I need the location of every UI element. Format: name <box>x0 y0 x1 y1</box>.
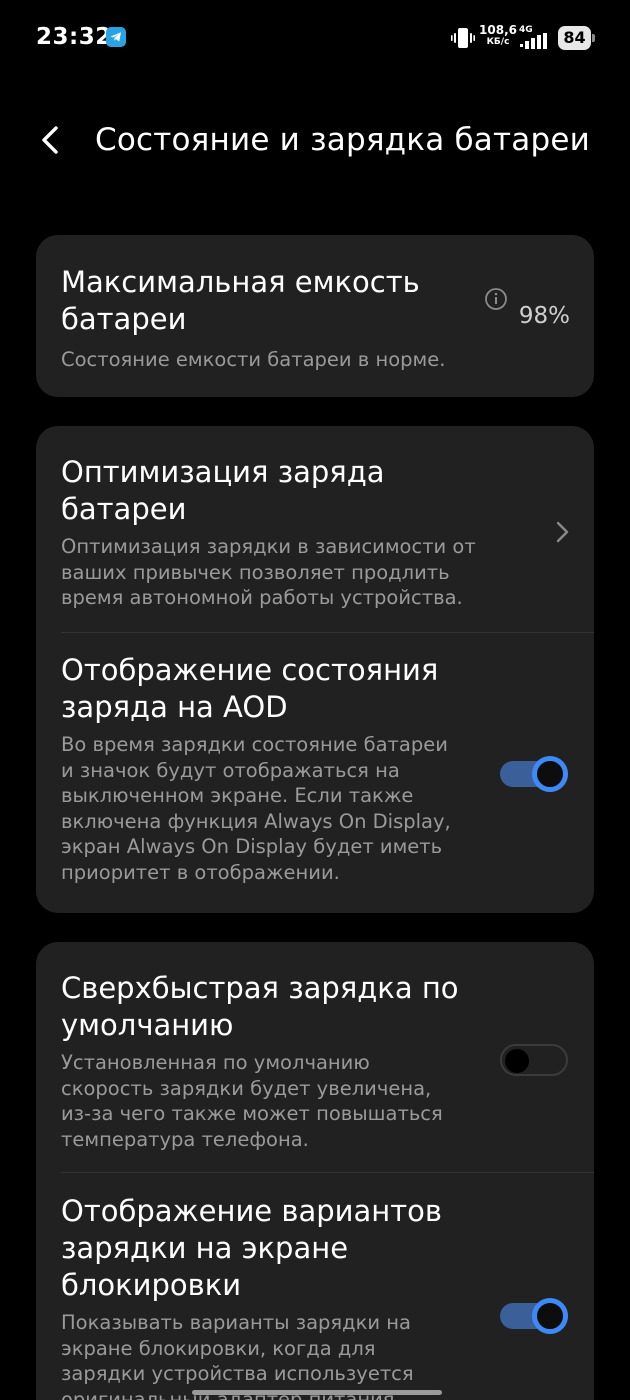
lockscreen-options-title-line1: Отображение вариантов <box>61 1194 442 1228</box>
aod-status-row[interactable]: Отображение состояния заряда на AOD Во в… <box>36 633 594 913</box>
lockscreen-options-desc-line1: Показывать варианты зарядки на <box>61 1311 411 1334</box>
lockscreen-options-title-line2: зарядки на экране <box>61 1231 349 1265</box>
charge-optimization-row[interactable]: Оптимизация заряда батареи Оптимизация з… <box>36 426 594 632</box>
toggle-thumb <box>505 1049 529 1073</box>
toggle-thumb <box>532 1298 568 1334</box>
superfast-charge-desc-line1: Установленная по умолчанию <box>61 1051 370 1074</box>
battery-level: 84 <box>563 28 586 47</box>
max-capacity-row: Максимальная емкость батареи 98% Состоян… <box>36 235 594 397</box>
superfast-charge-title-line1: Сверхбыстрая зарядка по <box>61 971 459 1005</box>
max-capacity-title-line2: батареи <box>61 302 187 336</box>
chevron-right-icon <box>556 521 569 543</box>
aod-status-desc-line2: и значок будут отображаться на <box>61 759 400 782</box>
page-title: Состояние и зарядка батареи <box>95 122 590 158</box>
chevron-left-icon <box>42 126 58 154</box>
superfast-charge-desc-line4: температура телефона. <box>61 1128 309 1151</box>
aod-status-title-line2: заряда на AOD <box>61 690 288 724</box>
charging-options-card: Сверхбыстрая зарядка по умолчанию Устано… <box>36 942 594 1400</box>
charge-optimization-desc-line1: Оптимизация зарядки в зависимости от <box>61 535 476 558</box>
superfast-charge-desc-line3: из-за чего также может повышаться <box>61 1102 443 1125</box>
charge-optimization-title-line1: Оптимизация заряда <box>61 455 385 489</box>
toggle-thumb <box>532 756 568 792</box>
lockscreen-options-toggle[interactable] <box>498 1294 570 1338</box>
telegram-icon <box>106 27 126 47</box>
signal-icon <box>520 33 547 49</box>
network-speed-unit: КБ/с <box>486 37 510 47</box>
battery-cap <box>592 34 595 42</box>
status-time: 23:32 <box>36 24 112 50</box>
lockscreen-options-title-line3: блокировки <box>61 1268 242 1302</box>
lockscreen-options-row[interactable]: Отображение вариантов зарядки на экране … <box>36 1173 594 1400</box>
charging-settings-card: Оптимизация заряда батареи Оптимизация з… <box>36 426 594 913</box>
info-icon[interactable] <box>484 287 508 311</box>
charge-optimization-desc-line2: ваших привычек позволяет продлить <box>61 561 450 584</box>
back-button[interactable] <box>32 118 72 162</box>
aod-status-desc-line4: включена функция Always On Display, <box>61 810 451 833</box>
battery-icon: 84 <box>558 26 595 50</box>
battery-capacity-card: Максимальная емкость батареи 98% Состоян… <box>36 235 594 397</box>
vibrate-icon <box>451 28 475 48</box>
superfast-charge-toggle[interactable] <box>498 1039 570 1083</box>
lockscreen-options-desc-line3: зарядки устройства используется <box>61 1362 414 1385</box>
max-capacity-description: Состояние емкости батареи в норме. <box>61 348 446 371</box>
status-bar: 23:32 108,6 КБ/с 4G 84 <box>0 0 630 76</box>
home-indicator[interactable] <box>192 1390 442 1395</box>
screen: 23:32 108,6 КБ/с 4G 84 Состояние и заряд… <box>0 0 630 1400</box>
network-speed-value: 108,6 <box>479 23 517 37</box>
aod-status-title-line1: Отображение состояния <box>61 653 439 687</box>
charge-optimization-title-line2: батареи <box>61 492 187 526</box>
header: Состояние и зарядка батареи <box>0 100 630 180</box>
aod-status-desc-line6: приоритет в отображении. <box>61 861 340 884</box>
aod-status-desc-line1: Во время зарядки состояние батареи <box>61 733 448 756</box>
charge-optimization-desc-line3: время автономной работы устройства. <box>61 586 463 609</box>
superfast-charge-title-line2: умолчанию <box>61 1008 234 1042</box>
aod-status-toggle[interactable] <box>498 752 570 796</box>
max-capacity-title-line1: Максимальная емкость <box>61 265 420 299</box>
superfast-charge-desc-line2: скорость зарядки будет увеличена, <box>61 1077 432 1100</box>
aod-status-desc-line3: выключенном экране. Если также <box>61 784 414 807</box>
max-capacity-value: 98% <box>518 303 570 329</box>
superfast-charge-row[interactable]: Сверхбыстрая зарядка по умолчанию Устано… <box>36 942 594 1172</box>
aod-status-desc-line5: экран Always On Display будет иметь <box>61 835 443 858</box>
network-speed: 108,6 КБ/с <box>479 24 517 48</box>
lockscreen-options-desc-line2: экране блокировки, когда для <box>61 1337 376 1360</box>
